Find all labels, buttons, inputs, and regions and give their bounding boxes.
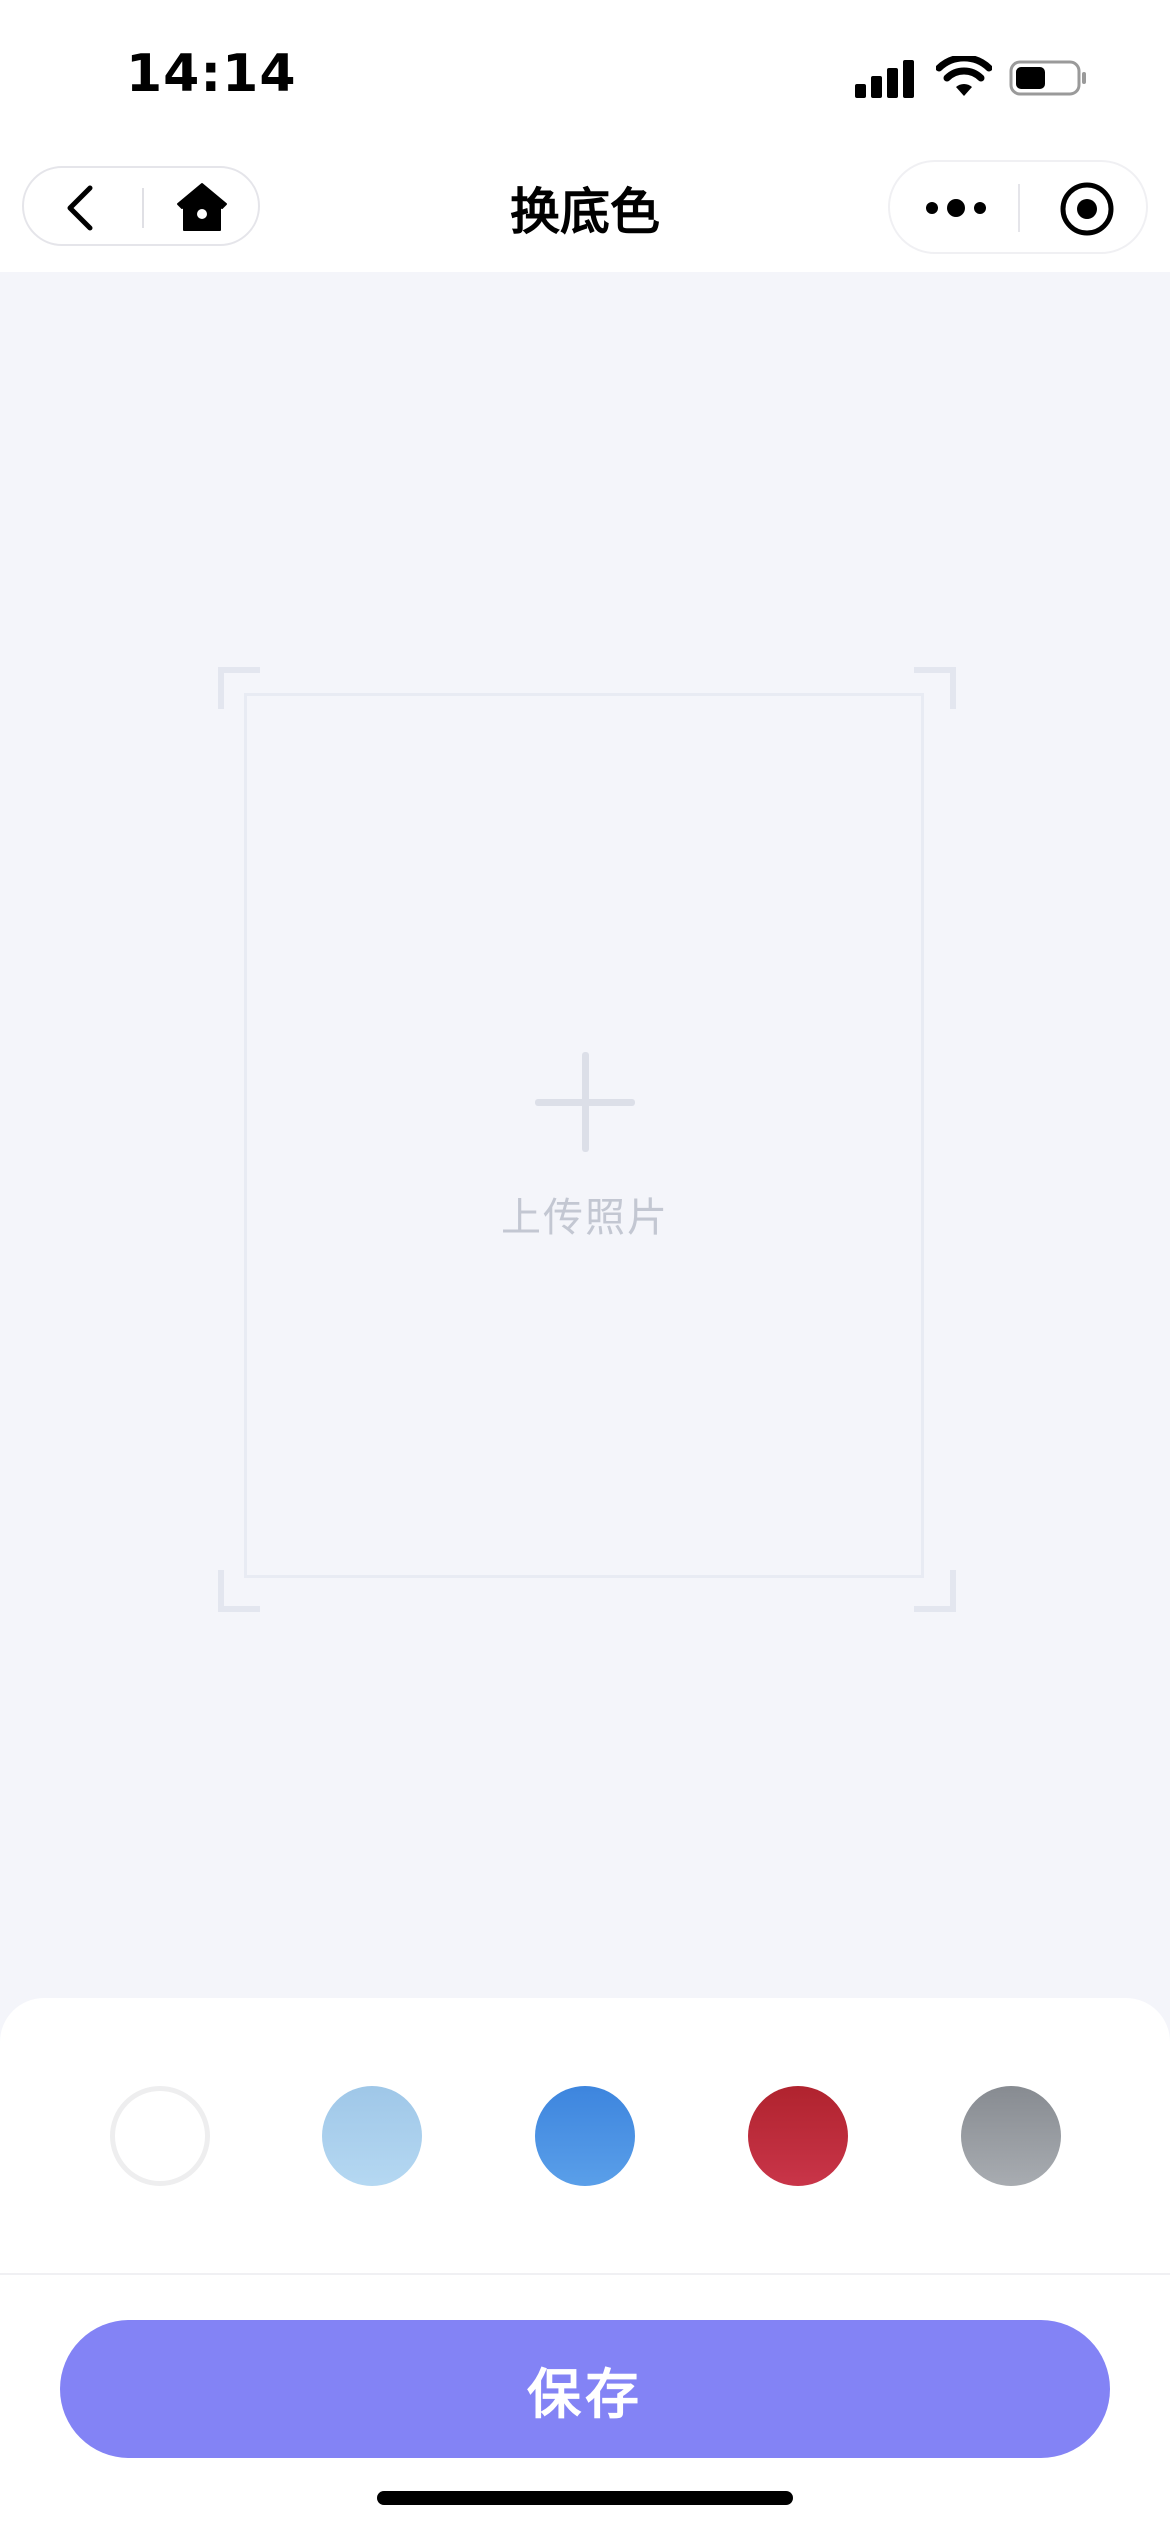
more-dots-icon[interactable]	[920, 184, 992, 232]
upload-photo-button[interactable]: 上传照片	[435, 1045, 735, 1245]
nav-bar: 换底色	[0, 160, 1170, 272]
status-time: 14:14	[126, 44, 297, 104]
home-indicator	[377, 2491, 793, 2505]
swatch-red[interactable]	[748, 2086, 848, 2186]
swatch-white[interactable]	[110, 2086, 210, 2186]
target-circle-icon[interactable]	[1058, 180, 1116, 238]
upload-label: 上传照片	[501, 1195, 669, 1241]
swatch-blue[interactable]	[535, 2086, 635, 2186]
bottom-panel: 保存	[0, 1998, 1170, 2532]
nav-capsule-right	[888, 160, 1148, 254]
battery-icon	[1009, 60, 1086, 96]
cellular-signal-icon	[855, 58, 915, 98]
panel-divider	[0, 2273, 1170, 2275]
wifi-icon	[936, 56, 992, 96]
swatch-light-blue[interactable]	[322, 2086, 422, 2186]
status-bar: 14:14	[0, 0, 1170, 160]
plus-icon	[535, 1052, 635, 1152]
color-swatch-row	[0, 2086, 1170, 2186]
capsule-divider	[1018, 184, 1020, 232]
save-button[interactable]: 保存	[60, 2320, 1110, 2458]
swatch-gray[interactable]	[961, 2086, 1061, 2186]
